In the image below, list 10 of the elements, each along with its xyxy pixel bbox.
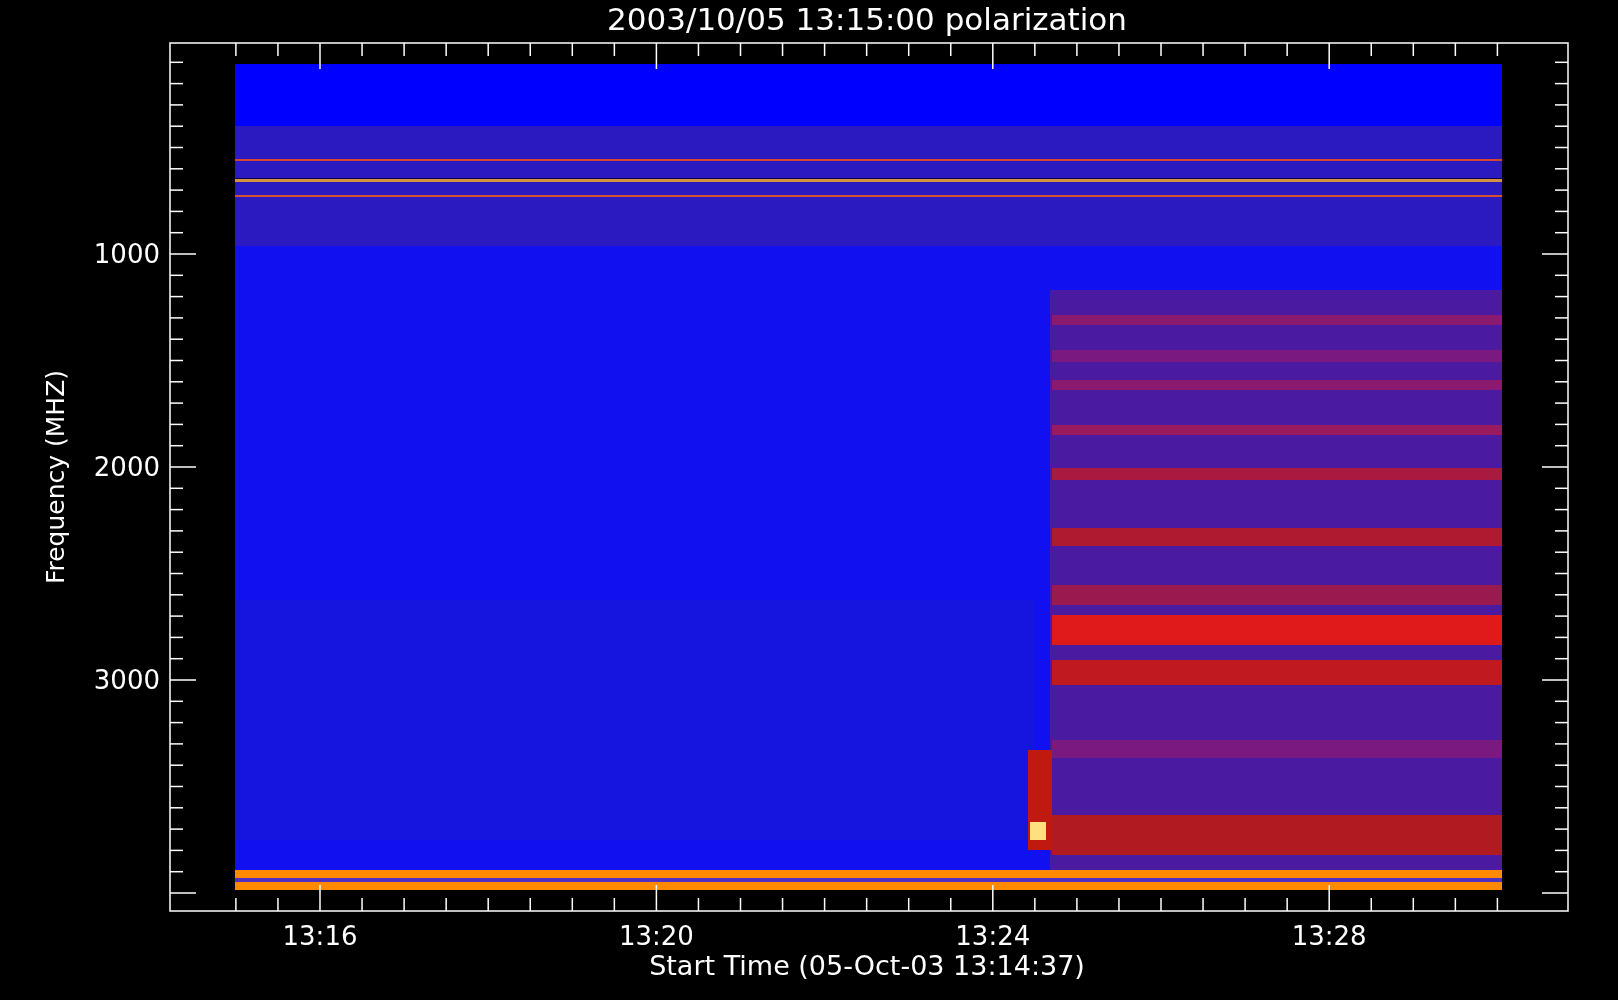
x-tick-label: 13:16 <box>282 921 358 951</box>
y-tick-label: 1000 <box>93 239 160 269</box>
x-tick-label: 13:24 <box>955 921 1031 951</box>
x-axis-label: Start Time (05-Oct-03 13:14:37) <box>649 950 1085 981</box>
y-tick-label: 3000 <box>93 665 160 695</box>
x-tick-label: 13:20 <box>618 921 694 951</box>
y-axis-label: Frequency (MHZ) <box>41 369 70 585</box>
chart-title: 2003/10/05 13:15:00 polarization <box>607 1 1127 37</box>
x-tick-label: 13:28 <box>1291 921 1367 951</box>
y-tick-label: 2000 <box>93 452 160 482</box>
